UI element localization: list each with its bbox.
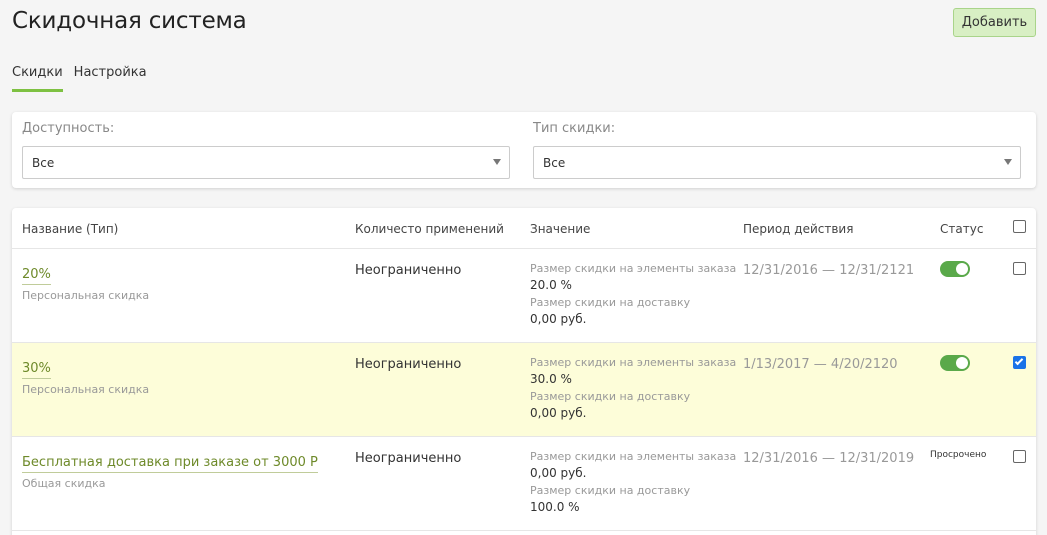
toggle-knob — [956, 357, 968, 369]
validity-period: 12/31/2016 — 12/31/2121 — [743, 263, 915, 278]
row-checkbox[interactable] — [1013, 356, 1026, 369]
usage-count: Неограниченно — [355, 263, 462, 278]
row-checkbox[interactable] — [1013, 262, 1026, 275]
tab-settings[interactable]: Настройка — [74, 63, 147, 92]
table-row: Бесплатная доставка при заказе от 3000 Р… — [12, 437, 1036, 531]
toggle-knob — [956, 263, 968, 275]
discount-type: Общая скидка — [22, 477, 106, 490]
filter-panel: Доступность: Все Тип скидки: Все — [12, 112, 1036, 188]
discount-type: Персональная скидка — [22, 289, 150, 302]
items-discount-label: Размер скидки на элементы заказа — [530, 450, 737, 463]
availability-select[interactable]: Все — [22, 146, 510, 179]
status-toggle[interactable] — [940, 261, 970, 277]
availability-label: Доступность: — [22, 121, 115, 136]
availability-select-value: Все — [32, 156, 55, 170]
tabs: Скидки Настройка — [12, 63, 147, 93]
page-title: Скидочная система — [12, 8, 247, 34]
items-discount-value: 30.0 % — [530, 372, 572, 386]
add-button[interactable]: Добавить — [953, 8, 1036, 37]
header-period[interactable]: Период действия — [743, 222, 853, 236]
caret-down-icon — [1004, 159, 1012, 165]
delivery-discount-value: 0,00 руб. — [530, 312, 587, 326]
tab-discounts[interactable]: Скидки — [12, 63, 63, 92]
discount-type-label: Тип скидки: — [533, 121, 616, 136]
header-usage[interactable]: Количесто применений — [355, 222, 504, 236]
header-status[interactable]: Статус — [940, 222, 983, 236]
discount-name-link[interactable]: Бесплатная доставка при заказе от 3000 Р — [22, 455, 318, 473]
discount-name-link[interactable]: 20% — [22, 267, 51, 285]
items-discount-label: Размер скидки на элементы заказа — [530, 262, 737, 275]
caret-down-icon — [493, 159, 501, 165]
select-all-checkbox-wrap — [1013, 220, 1026, 233]
select-all-checkbox[interactable] — [1013, 220, 1026, 233]
delivery-discount-value: 0,00 руб. — [530, 406, 587, 420]
discount-type-filter: Тип скидки: Все — [533, 121, 1021, 179]
items-discount-value: 0,00 руб. — [530, 466, 587, 480]
availability-filter: Доступность: Все — [22, 121, 510, 179]
items-discount-label: Размер скидки на элементы заказа — [530, 356, 737, 369]
delivery-discount-label: Размер скидки на доставку — [530, 484, 691, 497]
header-value[interactable]: Значение — [530, 222, 590, 236]
validity-period: 12/31/2016 — 12/31/2019 — [743, 451, 915, 466]
delivery-discount-label: Размер скидки на доставку — [530, 390, 691, 403]
table-row: 30% Персональная скидка Неограниченно Ра… — [12, 343, 1036, 437]
discounts-table: Название (Тип) Количесто применений Знач… — [12, 208, 1036, 535]
usage-count: Неограниченно — [355, 357, 462, 372]
discount-type-select-value: Все — [543, 156, 566, 170]
usage-count: Неограниченно — [355, 451, 462, 466]
discount-name-link[interactable]: 30% — [22, 361, 51, 379]
items-discount-value: 20.0 % — [530, 278, 572, 292]
delivery-discount-label: Размер скидки на доставку — [530, 296, 691, 309]
status-expired: Просрочено — [930, 450, 987, 460]
checkmark-icon — [1014, 356, 1024, 366]
validity-period: 1/13/2017 — 4/20/2120 — [743, 357, 898, 372]
discount-type-select[interactable]: Все — [533, 146, 1021, 179]
status-toggle[interactable] — [940, 355, 970, 371]
row-checkbox[interactable] — [1013, 450, 1026, 463]
header-name[interactable]: Название (Тип) — [22, 222, 118, 236]
delivery-discount-value: 100.0 % — [530, 500, 580, 514]
discount-value: Размер скидки на элементы заказа 0,00 ру… — [530, 450, 736, 518]
discount-value: Размер скидки на элементы заказа 30.0 % … — [530, 356, 736, 424]
table-row: 20% Персональная скидка Неограниченно Ра… — [12, 249, 1036, 343]
discount-value: Размер скидки на элементы заказа 20.0 % … — [530, 262, 736, 330]
discount-type: Персональная скидка — [22, 383, 150, 396]
